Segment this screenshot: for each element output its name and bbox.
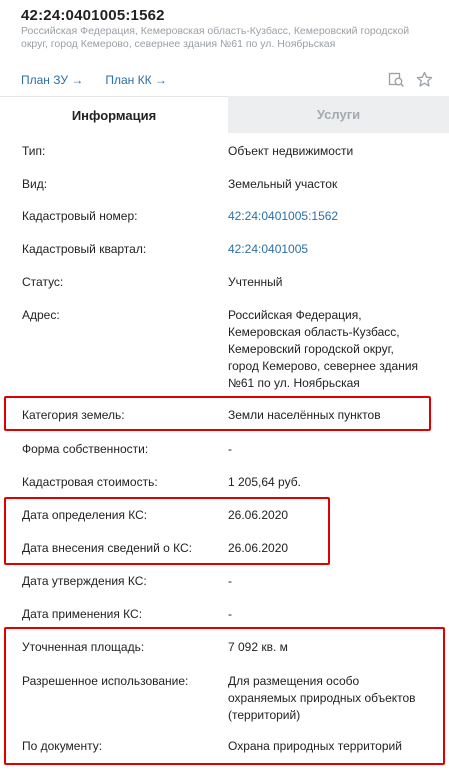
row-label: Разрешенное использование: (22, 674, 189, 688)
row-value: Российская Федерация, Кемеровская област… (228, 308, 419, 390)
row-value: Охрана природных территорий (228, 739, 402, 753)
row-label: Адрес: (22, 308, 60, 322)
row-value: Объект недвижимости (228, 144, 354, 158)
row-value: 26.06.2020 (228, 508, 289, 522)
row-label: Категория земель: (22, 408, 125, 422)
row-value: 1 205,64 руб. (228, 475, 301, 489)
row-label: Дата определения КС: (22, 508, 148, 522)
row-value: 26.06.2020 (228, 541, 289, 555)
tab-bar: Информация Услуги (0, 96, 449, 133)
row-value: 7 092 кв. м (228, 640, 288, 654)
star-icon[interactable] (415, 70, 433, 88)
row-label: Вид: (22, 177, 48, 191)
row-value: Земельный участок (228, 177, 338, 191)
row-value: - (228, 607, 232, 621)
row-label: Дата применения КС: (22, 607, 143, 621)
row-value: Для размещения особо охраняемых природны… (228, 674, 416, 722)
row-label: По документу: (22, 739, 103, 753)
cadastral-number-title: 42:24:0401005:1562 (21, 7, 165, 24)
row-label: Кадастровый номер: (22, 209, 138, 223)
row-label: Форма собственности: (22, 442, 149, 456)
row-value: Земли населённых пунктов (228, 408, 381, 422)
plan-kk-link[interactable]: План КК → (105, 73, 167, 89)
row-value: - (228, 442, 232, 456)
row-value: Учтенный (228, 275, 283, 289)
row-label: Дата утверждения КС: (22, 574, 147, 588)
plan-zu-link[interactable]: План ЗУ → (21, 73, 83, 89)
cadastral-number-link[interactable]: 42:24:0401005:1562 (228, 208, 428, 225)
row-label: Кадастровый квартал: (22, 242, 147, 256)
row-value: - (228, 574, 232, 588)
row-label: Статус: (22, 275, 64, 289)
row-label: Дата внесения сведений о КС: (22, 541, 192, 555)
row-label: Тип: (22, 144, 46, 158)
object-header: 42:24:0401005:1562 Российская Федерация,… (0, 0, 449, 96)
tab-services[interactable]: Услуги (228, 96, 449, 133)
row-label: Уточненная площадь: (22, 640, 145, 654)
header-tools (387, 70, 433, 88)
object-address-subtitle: Российская Федерация, Кемеровская област… (21, 25, 410, 50)
plan-links: План ЗУ → План КК → (21, 73, 167, 89)
tab-information[interactable]: Информация (0, 96, 228, 133)
zoom-map-icon[interactable] (387, 70, 405, 88)
cadastral-quarter-link[interactable]: 42:24:0401005 (228, 241, 428, 258)
row-label: Кадастровая стоимость: (22, 475, 158, 489)
